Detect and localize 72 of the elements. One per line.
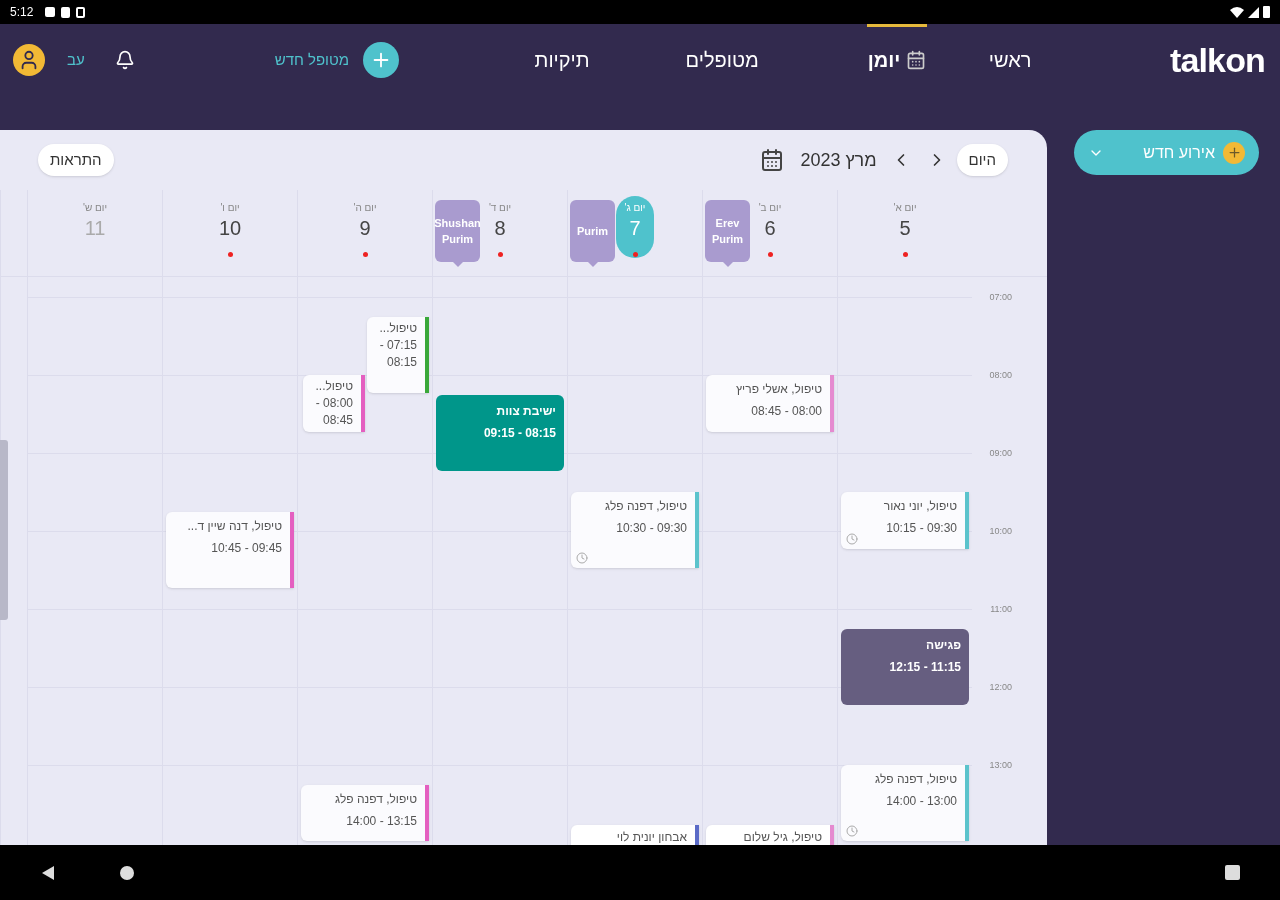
event-title: טיפול, דפנה פלג — [604, 498, 687, 515]
day-name: יום ג' — [624, 201, 646, 215]
plus-icon — [363, 42, 400, 78]
event-title: טיפול, יוני נאור — [882, 498, 957, 515]
event-title: אבחון יונית לוי — [615, 829, 687, 845]
event-time: 11:15 - 12:15 — [888, 658, 961, 676]
day-number: 7 — [629, 216, 641, 241]
notification-icon — [76, 6, 86, 18]
nav-tab[interactable]: תיקיות — [497, 24, 628, 96]
holiday-name: Purim — [576, 224, 609, 239]
event-title: טיפול... — [314, 378, 353, 395]
day-number: 11 — [84, 216, 106, 241]
day-number: 10 — [218, 216, 242, 241]
day-number: 5 — [899, 216, 911, 241]
logo[interactable]: talkon — [1169, 34, 1265, 86]
hour-label: 10:00 — [989, 525, 1012, 538]
event-card[interactable]: טיפול, גיל שלום — [706, 825, 834, 845]
event-time: 08:00 - 08:45 — [314, 395, 353, 429]
day-name: יום א' — [893, 201, 917, 215]
day-name: יום ש' — [83, 201, 107, 215]
event-title: ישיבת צוות — [495, 402, 556, 420]
hour-label: 12:00 — [989, 681, 1012, 694]
event-time: 09:30 - 10:30 — [615, 520, 687, 537]
event-time: 08:00 - 08:45 — [750, 403, 822, 420]
wifi-icon — [1230, 6, 1244, 18]
plus-icon — [1223, 141, 1245, 164]
event-time: 08:15 - 09:15 — [482, 424, 556, 442]
nav-tab[interactable]: ראשי — [977, 24, 1044, 96]
day-name: יום ד' — [488, 201, 512, 215]
event-time: 07:15 - 08:15 — [378, 336, 417, 371]
hour-label: 11:00 — [990, 603, 1012, 616]
avatar-icon[interactable] — [13, 44, 45, 76]
event-title: טיפול, אשלי פריץ — [735, 381, 822, 398]
day-number: 9 — [359, 216, 371, 241]
event-time: 13:15 - 14:00 — [345, 812, 417, 830]
hour-label: 07:00 — [989, 291, 1012, 304]
notification-icon — [45, 6, 56, 17]
event-time: 09:45 - 10:45 — [210, 539, 282, 557]
day-name: יום ב' — [758, 201, 782, 215]
today-button[interactable]: היום — [956, 144, 1008, 176]
scrollbar[interactable] — [0, 440, 8, 620]
calendar-icon[interactable] — [760, 148, 785, 172]
status-time: 5:12 — [10, 4, 34, 21]
alerts-button[interactable]: התראות — [38, 144, 114, 176]
day-name: יום ה' — [353, 201, 377, 215]
event-title: טיפול, גיל שלום — [742, 829, 822, 845]
nav-tab[interactable]: מטופלים — [627, 24, 818, 96]
event-card[interactable]: אבחון יונית לוי — [571, 825, 699, 845]
bell-icon[interactable] — [114, 50, 135, 70]
event-title: טיפול, דפנה פלג — [334, 790, 417, 808]
hour-label: 13:00 — [989, 759, 1012, 772]
event-time: 13:00 - 14:00 — [885, 793, 957, 810]
day-name: יום ו' — [220, 201, 240, 215]
home-icon[interactable] — [120, 865, 134, 880]
event-time: 09:30 - 10:15 — [885, 520, 957, 537]
signal-icon — [1248, 6, 1259, 18]
new-patient-button[interactable]: מטופל חדש — [274, 42, 400, 78]
month-label: מרץ 2023 — [800, 148, 877, 172]
event-title: טיפול, דפנה פלג — [874, 771, 957, 788]
back-icon[interactable] — [40, 864, 56, 881]
event-title: פגישה — [925, 636, 961, 654]
hour-label: 08:00 — [989, 369, 1012, 382]
event-title: טיפול, דנה שיין ד... — [186, 517, 282, 535]
hour-label: 09:00 — [989, 447, 1012, 460]
nav-tab[interactable]: יומן — [817, 24, 978, 96]
event-title: טיפול... — [378, 319, 417, 337]
holiday-name: Erev Purim — [710, 216, 745, 247]
day-number: 8 — [494, 216, 506, 241]
user-initials[interactable]: עב — [67, 48, 85, 72]
day-number: 6 — [764, 216, 776, 241]
battery-icon — [1263, 6, 1270, 18]
notification-icon — [61, 6, 71, 18]
